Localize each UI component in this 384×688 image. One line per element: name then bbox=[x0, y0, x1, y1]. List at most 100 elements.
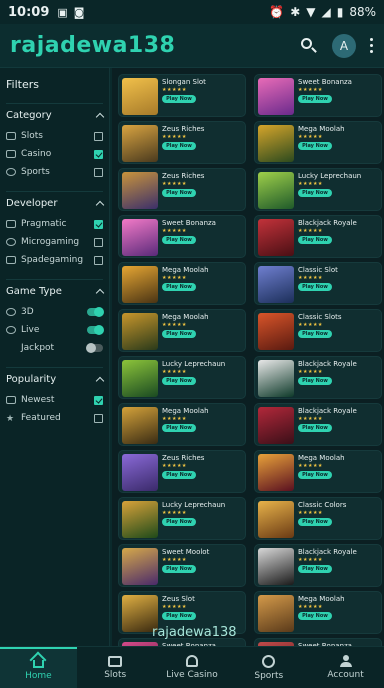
filter-3d[interactable]: 3D bbox=[6, 303, 104, 321]
game-card[interactable]: Blackjack Royale ★★★★★ Play Now bbox=[254, 544, 382, 587]
game-card[interactable]: Classic Colors ★★★★★ Play Now bbox=[254, 497, 382, 540]
game-thumbnail[interactable] bbox=[122, 78, 158, 115]
game-thumbnail[interactable] bbox=[258, 501, 294, 538]
game-thumbnail[interactable] bbox=[122, 313, 158, 350]
game-thumbnail[interactable] bbox=[122, 172, 158, 209]
game-card[interactable]: Classic Slots ★★★★★ Play Now bbox=[254, 309, 382, 352]
play-now-button[interactable]: Play Now bbox=[298, 377, 332, 385]
game-card[interactable]: Blackjack Royale ★★★★★ Play Now bbox=[254, 215, 382, 258]
game-thumbnail[interactable] bbox=[258, 360, 294, 397]
game-thumbnail[interactable] bbox=[258, 125, 294, 162]
game-card[interactable]: Mega Moolah ★★★★★ Play Now bbox=[254, 591, 382, 634]
play-now-button[interactable]: Play Now bbox=[162, 330, 196, 338]
play-now-button[interactable]: Play Now bbox=[298, 424, 332, 432]
game-thumbnail[interactable] bbox=[258, 454, 294, 491]
game-thumbnail[interactable] bbox=[258, 313, 294, 350]
brand-logo[interactable]: rajadewa138 bbox=[10, 33, 175, 58]
play-now-button[interactable]: Play Now bbox=[162, 142, 196, 150]
game-card[interactable]: Sweet Bonanza★★★★★Play Now bbox=[118, 215, 246, 258]
nav-slots[interactable]: Slots bbox=[77, 647, 154, 688]
game-card[interactable]: Mega Moolah ★★★★★ Play Now bbox=[118, 403, 246, 446]
play-now-button[interactable]: Play Now bbox=[298, 330, 332, 338]
game-card[interactable]: Zeus Riches ★★★★★ Play Now bbox=[118, 121, 246, 164]
toggle-3d[interactable] bbox=[87, 307, 104, 317]
game-card[interactable]: Zeus Riches ★★★★★ Play Now bbox=[118, 168, 246, 211]
game-card[interactable]: Zeus Riches ★★★★★ Play Now bbox=[118, 450, 246, 493]
checkbox-newest[interactable] bbox=[94, 395, 103, 405]
game-thumbnail[interactable] bbox=[258, 172, 294, 209]
game-card[interactable]: Mega Moolah ★★★★★ Play Now bbox=[254, 121, 382, 164]
toggle-jackpot[interactable] bbox=[86, 343, 103, 353]
game-thumbnail[interactable] bbox=[122, 125, 158, 162]
checkbox-casino[interactable] bbox=[94, 149, 103, 159]
game-card[interactable]: Mega Moolah ★★★★★ Play Now bbox=[118, 262, 246, 305]
play-now-button[interactable]: Play Now bbox=[162, 95, 196, 103]
checkbox-microgaming[interactable] bbox=[94, 237, 103, 247]
search-icon[interactable] bbox=[300, 37, 318, 55]
game-thumbnail[interactable] bbox=[122, 266, 158, 303]
game-card[interactable]: Classic Slot ★★★★★ Play Now bbox=[254, 262, 382, 305]
game-thumbnail[interactable] bbox=[122, 548, 158, 585]
game-type-header[interactable]: Game Type bbox=[6, 286, 105, 298]
game-card[interactable]: Sweet Moolot ★★★★★ Play Now bbox=[118, 544, 246, 587]
game-thumbnail[interactable] bbox=[258, 219, 294, 256]
game-card[interactable]: Slongan Slot ★★★★★ Play Now bbox=[118, 74, 246, 117]
checkbox-pragmatic[interactable] bbox=[94, 219, 103, 229]
filter-slots[interactable]: Slots bbox=[6, 127, 103, 145]
play-now-button[interactable]: Play Now bbox=[162, 236, 196, 244]
game-card[interactable]: Lucky Leprechaun ★★★★★ Play Now bbox=[118, 497, 246, 540]
nav-sports[interactable]: Sports bbox=[230, 647, 307, 688]
play-now-button[interactable]: Play Now bbox=[162, 189, 196, 197]
play-now-button[interactable]: Play Now bbox=[162, 518, 196, 526]
game-card[interactable]: Mega Moolah ★★★★★ Play Now bbox=[254, 450, 382, 493]
game-card[interactable]: Blackjack Royale ★★★★★ Play Now bbox=[254, 356, 382, 399]
play-now-button[interactable]: Play Now bbox=[298, 565, 332, 573]
nav-live-casino[interactable]: Live Casino bbox=[154, 647, 231, 688]
play-now-button[interactable]: Play Now bbox=[298, 236, 332, 244]
play-now-button[interactable]: Play Now bbox=[162, 283, 196, 291]
play-now-button[interactable]: Play Now bbox=[298, 95, 332, 103]
game-card[interactable]: Lucky Leprechaun ★★★★★ Play Now bbox=[118, 356, 246, 399]
filter-jackpot[interactable]: Jackpot bbox=[6, 339, 103, 357]
filter-pragmatic[interactable]: Pragmatic bbox=[6, 215, 103, 233]
game-thumbnail[interactable] bbox=[258, 407, 294, 444]
filter-live[interactable]: Live bbox=[6, 321, 104, 339]
game-thumbnail[interactable] bbox=[122, 219, 158, 256]
category-header[interactable]: Category bbox=[6, 110, 105, 122]
checkbox-featured[interactable] bbox=[94, 413, 103, 423]
game-thumbnail[interactable] bbox=[258, 78, 294, 115]
more-options-icon[interactable] bbox=[370, 38, 374, 53]
game-thumbnail[interactable] bbox=[122, 501, 158, 538]
game-thumbnail[interactable] bbox=[122, 360, 158, 397]
play-now-button[interactable]: Play Now bbox=[162, 377, 196, 385]
play-now-button[interactable]: Play Now bbox=[162, 612, 196, 620]
play-now-button[interactable]: Play Now bbox=[162, 565, 196, 573]
filter-sports[interactable]: Sports bbox=[6, 163, 103, 181]
filter-newest[interactable]: Newest bbox=[6, 391, 103, 409]
play-now-button[interactable]: Play Now bbox=[298, 283, 332, 291]
game-thumbnail[interactable] bbox=[122, 407, 158, 444]
game-thumbnail[interactable] bbox=[258, 548, 294, 585]
checkbox-sports[interactable] bbox=[94, 167, 103, 177]
toggle-live[interactable] bbox=[87, 325, 104, 335]
play-now-button[interactable]: Play Now bbox=[162, 471, 196, 479]
game-card[interactable]: Blackjack Royale ★★★★★ Play Now bbox=[254, 403, 382, 446]
game-card[interactable]: Sweet Bonanza★★★★★Play Now bbox=[254, 74, 382, 117]
play-now-button[interactable]: Play Now bbox=[298, 471, 332, 479]
play-now-button[interactable]: Play Now bbox=[162, 424, 196, 432]
game-card[interactable]: Mega Moolah ★★★★★ Play Now bbox=[118, 309, 246, 352]
popularity-header[interactable]: Popularity bbox=[6, 374, 105, 386]
filter-featured[interactable]: ★ Featured bbox=[6, 409, 103, 427]
game-card[interactable]: Lucky Leprechaun ★★★★★ Play Now bbox=[254, 168, 382, 211]
filter-casino[interactable]: Casino bbox=[6, 145, 103, 163]
avatar[interactable]: A bbox=[332, 33, 356, 58]
nav-account[interactable]: Account bbox=[307, 647, 384, 688]
filter-spadegaming[interactable]: Spadegaming bbox=[6, 251, 103, 269]
checkbox-slots[interactable] bbox=[94, 131, 103, 141]
play-now-button[interactable]: Play Now bbox=[298, 612, 332, 620]
play-now-button[interactable]: Play Now bbox=[298, 518, 332, 526]
game-thumbnail[interactable] bbox=[122, 454, 158, 491]
filter-microgaming[interactable]: Microgaming bbox=[6, 233, 103, 251]
game-card[interactable]: Sweet Bonanza★★★★★Play Now bbox=[254, 638, 382, 646]
game-thumbnail[interactable] bbox=[258, 595, 294, 632]
